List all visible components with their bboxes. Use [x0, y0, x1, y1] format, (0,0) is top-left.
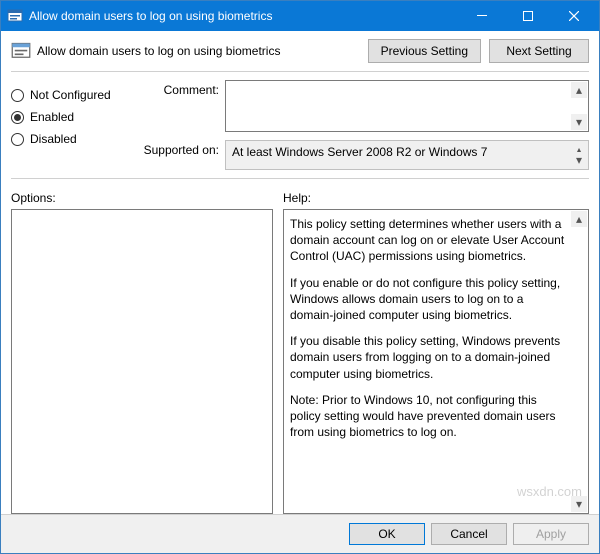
fields: Comment: ▴ ▾ Supported on: At least Wind… — [137, 80, 589, 170]
help-paragraph: Note: Prior to Windows 10, not configuri… — [290, 392, 568, 441]
titlebar[interactable]: Allow domain users to log on using biome… — [1, 1, 599, 31]
supported-on-label: Supported on: — [137, 140, 219, 157]
divider — [11, 71, 589, 72]
policy-dialog: Allow domain users to log on using biome… — [0, 0, 600, 554]
help-box[interactable]: This policy setting determines whether u… — [283, 209, 589, 514]
help-label: Help: — [283, 191, 589, 205]
policy-icon — [11, 41, 31, 61]
ok-button[interactable]: OK — [349, 523, 425, 545]
scroll-up-icon[interactable]: ▴ — [571, 82, 587, 98]
radio-disabled[interactable]: Disabled — [11, 132, 129, 146]
state-radiogroup: Not Configured Enabled Disabled — [11, 80, 129, 170]
minimize-button[interactable] — [459, 1, 505, 31]
previous-setting-button[interactable]: Previous Setting — [368, 39, 481, 63]
scroll-down-icon[interactable]: ▾ — [571, 152, 587, 168]
dialog-body: Allow domain users to log on using biome… — [1, 31, 599, 514]
help-paragraph: If you enable or do not configure this p… — [290, 275, 568, 324]
radio-not-configured[interactable]: Not Configured — [11, 88, 129, 102]
cancel-button[interactable]: Cancel — [431, 523, 507, 545]
radio-enabled[interactable]: Enabled — [11, 110, 129, 124]
close-button[interactable] — [551, 1, 597, 31]
policy-icon — [7, 8, 23, 24]
maximize-button[interactable] — [505, 1, 551, 31]
radio-icon — [11, 133, 24, 146]
radio-icon — [11, 111, 24, 124]
options-panel: Options: — [11, 191, 273, 514]
radio-label: Disabled — [30, 132, 77, 146]
header-row: Allow domain users to log on using biome… — [11, 39, 589, 63]
maximize-icon — [523, 11, 533, 21]
scroll-down-icon[interactable]: ▾ — [571, 114, 587, 130]
lower-panels: Options: Help: This policy setting deter… — [11, 191, 589, 514]
options-box — [11, 209, 273, 514]
comment-input[interactable]: ▴ ▾ — [225, 80, 589, 132]
options-label: Options: — [11, 191, 273, 205]
radio-icon — [11, 89, 24, 102]
supported-on-value: At least Windows Server 2008 R2 or Windo… — [225, 140, 589, 170]
radio-label: Not Configured — [30, 88, 111, 102]
help-paragraph: This policy setting determines whether u… — [290, 216, 568, 265]
apply-button: Apply — [513, 523, 589, 545]
dialog-footer: OK Cancel Apply — [1, 514, 599, 553]
window-title: Allow domain users to log on using biome… — [29, 9, 459, 23]
supported-on-text: At least Windows Server 2008 R2 or Windo… — [232, 145, 487, 159]
scroll-up-icon[interactable]: ▴ — [571, 211, 587, 227]
minimize-icon — [477, 11, 487, 21]
radio-label: Enabled — [30, 110, 74, 124]
scroll-down-icon[interactable]: ▾ — [571, 496, 587, 512]
comment-label: Comment: — [137, 80, 219, 97]
help-panel: Help: This policy setting determines whe… — [283, 191, 589, 514]
divider — [11, 178, 589, 179]
settings-area: Not Configured Enabled Disabled Comment:… — [11, 80, 589, 170]
policy-title: Allow domain users to log on using biome… — [37, 44, 360, 58]
help-paragraph: If you disable this policy setting, Wind… — [290, 333, 568, 382]
next-setting-button[interactable]: Next Setting — [489, 39, 589, 63]
close-icon — [569, 11, 579, 21]
